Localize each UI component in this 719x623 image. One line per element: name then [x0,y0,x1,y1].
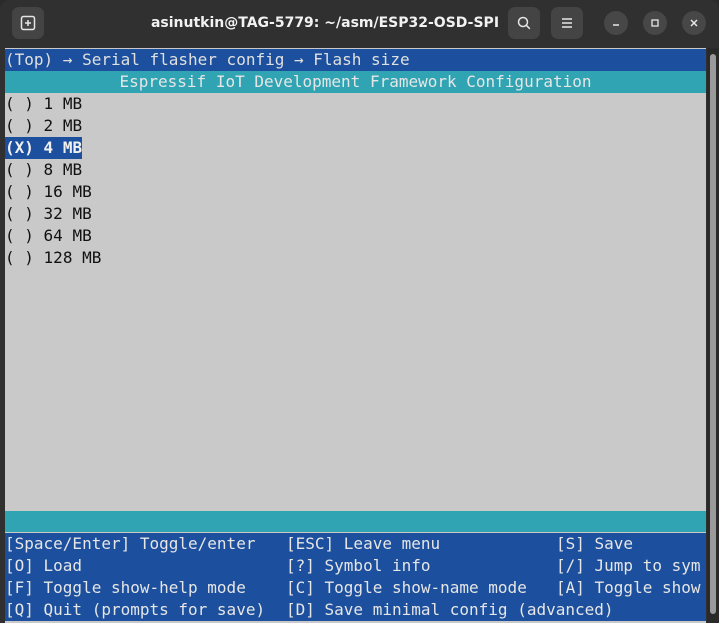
option-mark: ( ) [5,248,34,267]
key-hint-toggle-enter: [Space/Enter] Toggle/enter [5,534,256,553]
terminal-area[interactable]: (Top) → Serial flasher config → Flash si… [5,48,706,623]
option-mark: ( ) [5,160,34,179]
option-label: 16 MB [43,182,92,201]
option-mark: ( ) [5,116,34,135]
option-label: 32 MB [43,204,92,223]
search-icon [517,16,531,30]
minimize-button[interactable] [604,11,628,35]
new-tab-button[interactable] [12,7,44,39]
option-label: 128 MB [43,248,102,267]
key-hint-show-all: [A] Toggle show [556,578,701,597]
key-hint-save: [S] Save [556,534,634,553]
option-mark: ( ) [5,94,34,113]
footer-row: [Q] Quit (prompts for save) [D] Save min… [5,599,706,621]
breadcrumb: (Top) → Serial flasher config → Flash si… [5,49,706,71]
option-label: 64 MB [43,226,92,245]
search-button[interactable] [508,7,540,39]
menu-button[interactable] [551,7,583,39]
new-tab-icon [20,15,36,31]
selected-option-highlight: (X) 4 MB [5,137,83,159]
option-label: 1 MB [43,94,83,113]
maximize-icon [651,19,659,27]
option-128mb[interactable]: ( ) 128 MB [5,247,706,269]
key-hint-show-help: [F] Toggle show-help mode [5,578,246,597]
window-title: asinutkin@TAG-5779: ~/asm/ESP32-OSD-SPI [150,15,500,31]
footer-divider [5,511,706,532]
option-64mb[interactable]: ( ) 64 MB [5,225,706,247]
scrollbar-thumb[interactable] [710,54,716,614]
config-header: Espressif IoT Development Framework Conf… [5,71,706,93]
footer-row: [O] Load [?] Symbol info [/] Jump to sym [5,555,706,577]
minimize-icon [613,24,619,26]
option-4mb[interactable]: (X) 4 MB [5,137,706,159]
close-icon [690,19,698,27]
footer-row: [Space/Enter] Toggle/enter [ESC] Leave m… [5,533,706,555]
option-mark: (X) [5,138,34,157]
key-hint-quit: [Q] Quit (prompts for save) [5,600,266,619]
option-8mb[interactable]: ( ) 8 MB [5,159,706,181]
title-bar: asinutkin@TAG-5779: ~/asm/ESP32-OSD-SPI [0,0,719,46]
key-hint-jump-to-symbol: [/] Jump to sym [556,556,701,575]
maximize-button[interactable] [643,11,667,35]
option-label: 8 MB [43,160,83,179]
option-mark: ( ) [5,204,34,223]
option-1mb[interactable]: ( ) 1 MB [5,93,706,115]
option-label: 2 MB [43,116,83,135]
scrollbar[interactable] [707,48,719,623]
key-hint-save-minimal: [D] Save minimal config (advanced) [286,600,614,619]
option-2mb[interactable]: ( ) 2 MB [5,115,706,137]
option-32mb[interactable]: ( ) 32 MB [5,203,706,225]
key-hint-symbol-info: [?] Symbol info [286,556,431,575]
key-hint-show-name: [C] Toggle show-name mode [286,578,527,597]
close-button[interactable] [682,11,706,35]
option-mark: ( ) [5,226,34,245]
option-mark: ( ) [5,182,34,201]
option-16mb[interactable]: ( ) 16 MB [5,181,706,203]
hamburger-icon [562,18,572,28]
key-hint-leave-menu: [ESC] Leave menu [286,534,441,553]
terminal-window: asinutkin@TAG-5779: ~/asm/ESP32-OSD-SPI [0,0,719,623]
key-hint-load: [O] Load [5,556,83,575]
option-label: 4 MB [43,138,83,157]
footer-row: [F] Toggle show-help mode [C] Toggle sho… [5,577,706,599]
